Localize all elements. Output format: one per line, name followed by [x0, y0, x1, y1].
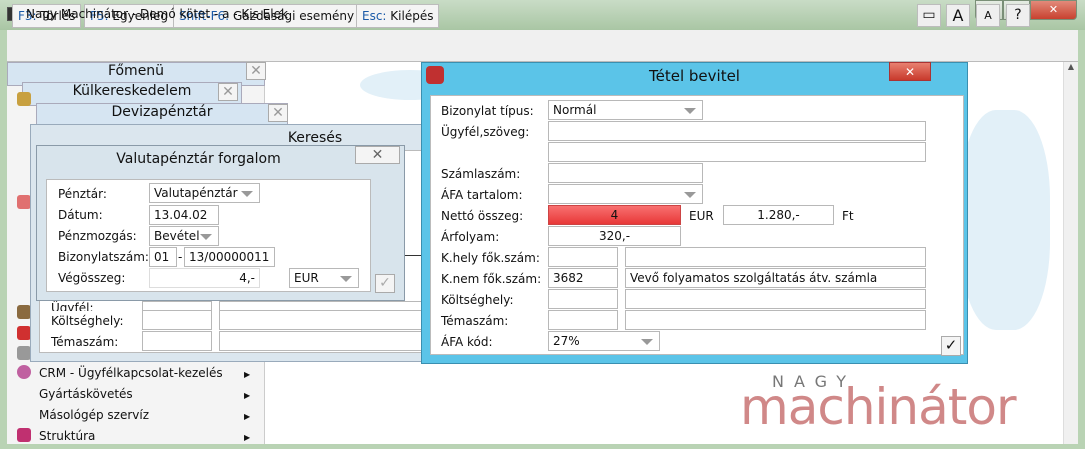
menu-item-structure[interactable]: Struktúra: [39, 429, 95, 443]
net-amount-label: Nettó összeg:: [441, 209, 524, 223]
client-text-field-2[interactable]: [548, 142, 926, 162]
vat-code-select[interactable]: 27%: [548, 331, 660, 351]
vat-content-label: ÁFA tartalom:: [441, 188, 523, 202]
menu-item-production[interactable]: Gyártáskövetés: [39, 387, 133, 401]
document-prefix-field[interactable]: 01: [149, 247, 177, 267]
confirm-button[interactable]: ✓: [375, 274, 395, 293]
menu-item-icon: [17, 195, 31, 209]
item-entry-title: Tétel bevitel: [649, 67, 740, 85]
cost-center-name-field[interactable]: [219, 310, 430, 330]
vat-code-label: ÁFA kód:: [441, 335, 493, 349]
exchange-rate-label: Árfolyam:: [441, 230, 500, 244]
invoice-number-label: Számlaszám:: [441, 167, 521, 181]
shortcut-key: Esc:: [362, 9, 387, 23]
currency-transaction-title: Valutapénztár forgalom: [116, 151, 281, 167]
project-name-field[interactable]: [625, 310, 926, 330]
doc-type-select[interactable]: Normál: [548, 100, 703, 120]
close-button[interactable]: ✕: [1030, 0, 1077, 20]
help-button[interactable]: ?: [1006, 4, 1030, 27]
cost-center-account-field[interactable]: [548, 247, 618, 267]
structure-icon: [17, 428, 31, 442]
exchange-rate-field[interactable]: 320,-: [548, 226, 681, 246]
vat-content-select[interactable]: [548, 184, 703, 204]
invoice-number-field[interactable]: [548, 163, 703, 183]
net-amount-huf-field: 1.280,-: [723, 205, 834, 225]
currency-select[interactable]: EUR: [289, 268, 359, 288]
confirm-button[interactable]: ✓: [941, 336, 961, 356]
font-larger-button[interactable]: A: [946, 4, 970, 27]
project-name-field[interactable]: [219, 331, 430, 351]
cost-center-label: Költséghely:: [441, 293, 514, 307]
menu-item-icon: [17, 326, 31, 340]
cost-type-account-label: K.nem fők.szám:: [441, 272, 542, 286]
document-number-field[interactable]: 13/00000011: [184, 247, 275, 267]
submenu-arrow-icon: ▶: [244, 370, 251, 379]
separator: -: [178, 250, 183, 264]
window-mode-button[interactable]: ▭: [917, 4, 941, 27]
total-label: Végösszeg:: [58, 271, 126, 285]
money-movement-select[interactable]: Bevétel: [149, 226, 219, 246]
submenu-arrow-icon: ▶: [244, 412, 251, 421]
close-icon[interactable]: ✕: [268, 104, 288, 122]
cashier-label: Pénztár:: [58, 187, 107, 201]
logo: machinátor: [740, 378, 1016, 436]
cost-center-code-field[interactable]: [548, 289, 618, 309]
total-field: 4,-: [149, 268, 260, 288]
cost-type-account-name[interactable]: Vevő folyamatos szolgáltatás átv. számla: [625, 268, 926, 288]
date-field[interactable]: 13.04.02: [149, 205, 219, 225]
cost-center-label: Költséghely:: [51, 314, 124, 328]
project-code-field[interactable]: [548, 310, 618, 330]
window-title: Nagy Machinátor - Demó kötet - a - Kis E…: [26, 7, 288, 21]
menu-item-crm[interactable]: CRM - Ügyfélkapcsolat-kezelés: [39, 366, 223, 380]
project-label: Témaszám:: [51, 335, 119, 349]
date-label: Dátum:: [58, 208, 103, 222]
client-text-field-1[interactable]: [548, 121, 926, 141]
huf-label: Ft: [842, 209, 854, 223]
menu-item-icon: [17, 346, 31, 360]
scrollbar[interactable]: ▲: [1063, 62, 1078, 444]
toolbar: [7, 30, 1078, 62]
client-label: Ügyfél:: [51, 301, 94, 311]
doc-type-label: Bizonylat típus:: [441, 104, 534, 118]
cost-center-name-field[interactable]: [625, 289, 926, 309]
cost-center-code-field[interactable]: [142, 310, 212, 330]
cost-center-account-name[interactable]: [625, 247, 926, 267]
cashier-select[interactable]: Valutapénztár: [149, 183, 260, 203]
exit-button[interactable]: Esc: Kilépés: [356, 4, 440, 28]
document-number-label: Bizonylatszám:: [58, 250, 149, 264]
background-decoration: [960, 110, 1050, 330]
project-code-field[interactable]: [142, 331, 212, 351]
button-label: Kilépés: [386, 9, 434, 23]
close-icon[interactable]: ✕: [218, 83, 238, 101]
close-icon[interactable]: ✕: [355, 146, 400, 164]
close-icon[interactable]: ✕: [246, 62, 266, 80]
crm-icon: [17, 365, 31, 379]
menu-item-icon: [17, 305, 31, 319]
money-movement-label: Pénzmozgás:: [58, 229, 137, 243]
cost-type-account-field[interactable]: 3682: [548, 268, 618, 288]
client-text-label: Ügyfél,szöveg:: [441, 125, 530, 139]
project-label: Témaszám:: [441, 314, 509, 328]
menu-item-copier[interactable]: Másológép szervíz: [39, 408, 149, 422]
menu-item-icon: [17, 92, 31, 106]
font-smaller-button[interactable]: A: [976, 4, 1000, 27]
submenu-arrow-icon: ▶: [244, 391, 251, 400]
net-currency-label: EUR: [689, 209, 714, 223]
submenu-arrow-icon: ▶: [244, 433, 251, 442]
net-amount-field[interactable]: 4: [548, 205, 681, 225]
close-icon[interactable]: ✕: [889, 62, 931, 81]
cost-center-account-label: K.hely fők.szám:: [441, 251, 540, 265]
